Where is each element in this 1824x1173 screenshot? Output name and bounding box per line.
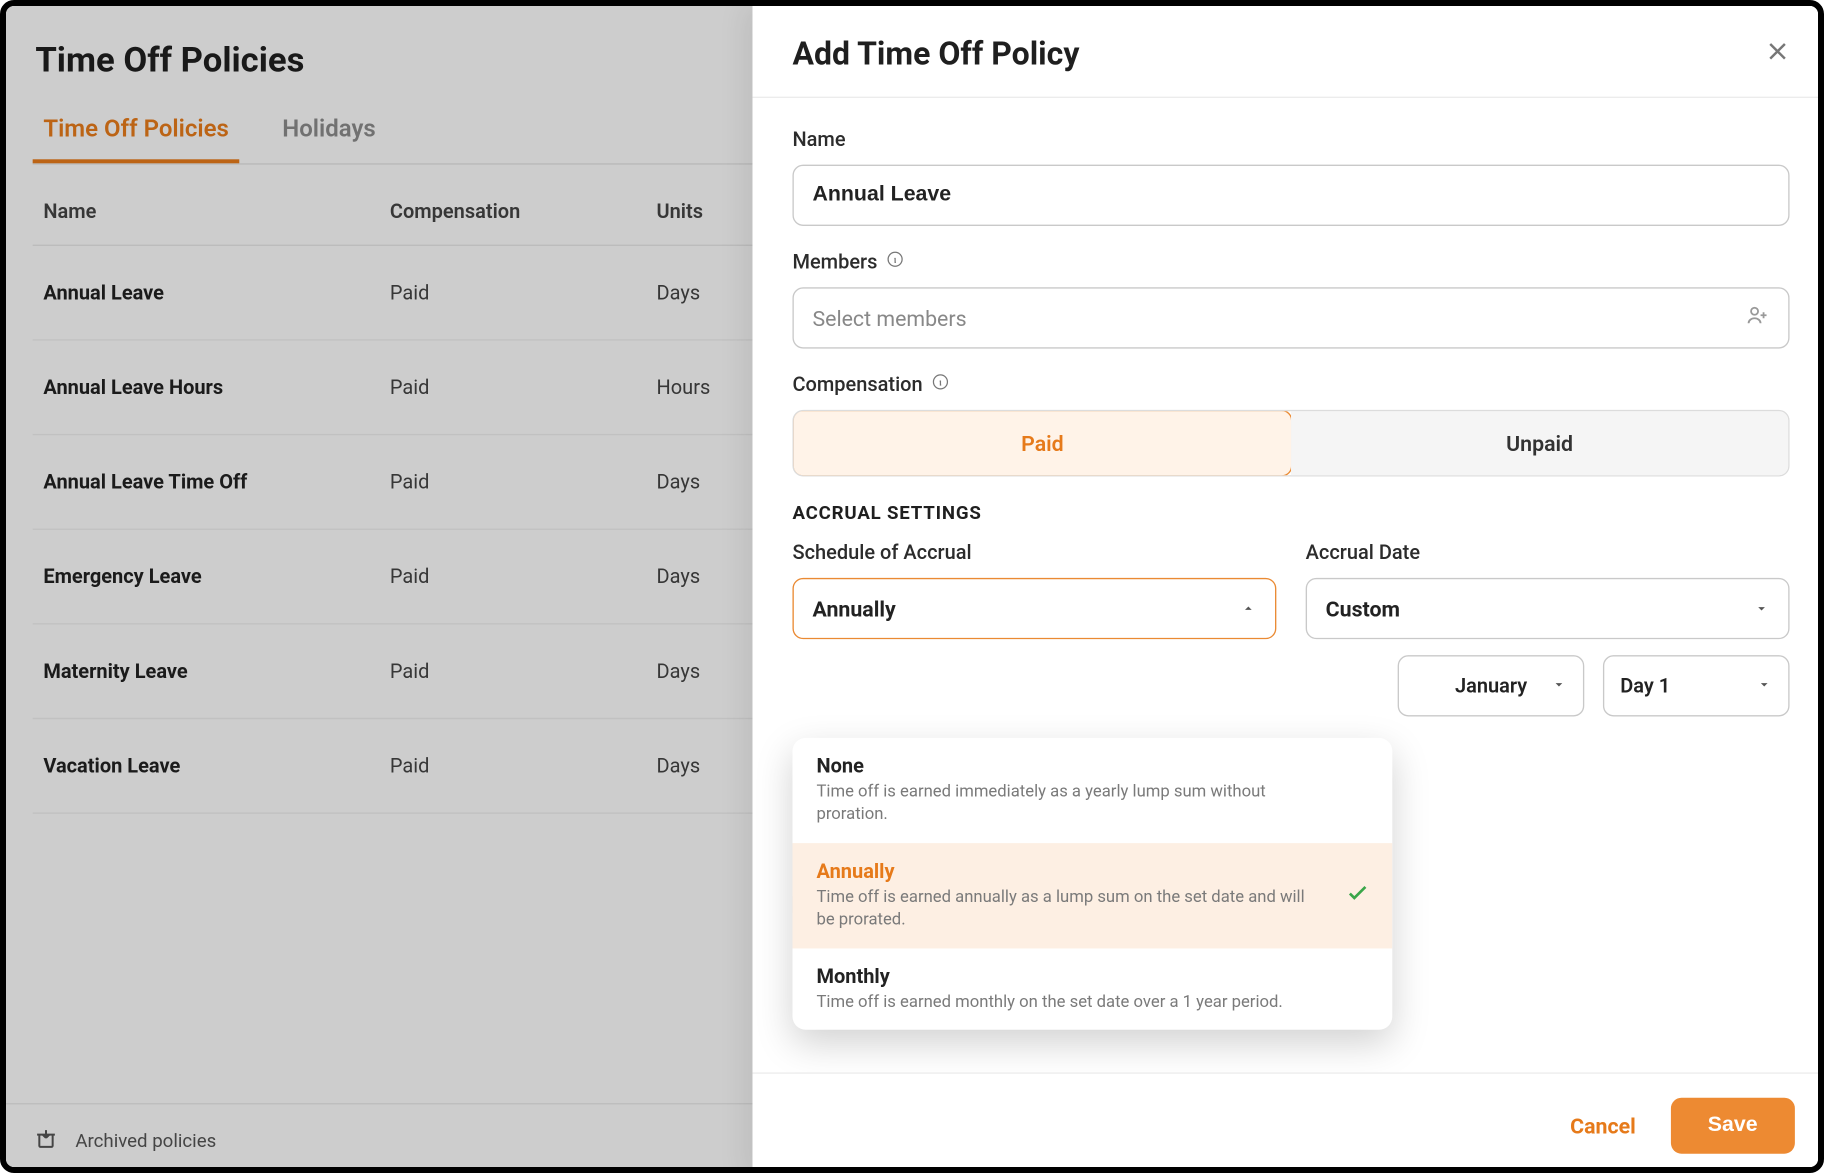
add-user-icon xyxy=(1746,303,1770,332)
month-value: January xyxy=(1455,674,1527,698)
accrual-date-value: Custom xyxy=(1326,596,1400,621)
accrual-month-dropdown[interactable]: January xyxy=(1398,655,1585,716)
policy-name-input[interactable] xyxy=(792,165,1789,226)
add-policy-panel: Add Time Off Policy Name Members xyxy=(752,6,1824,1173)
schedule-dropdown[interactable]: Annually xyxy=(792,578,1276,639)
caret-down-icon xyxy=(1756,674,1772,698)
schedule-option-annually[interactable]: Annually Time off is earned annually as … xyxy=(792,843,1392,948)
close-icon[interactable] xyxy=(1763,37,1792,72)
accrual-day-dropdown[interactable]: Day 1 xyxy=(1603,655,1790,716)
info-icon xyxy=(885,250,904,274)
schedule-label: Schedule of Accrual xyxy=(792,541,1276,565)
caret-down-icon xyxy=(1551,674,1567,698)
compensation-segmented: Paid Unpaid xyxy=(792,410,1789,477)
compensation-paid[interactable]: Paid xyxy=(792,410,1292,477)
save-button[interactable]: Save xyxy=(1670,1098,1794,1154)
panel-title: Add Time Off Policy xyxy=(792,35,1079,72)
accrual-date-dropdown[interactable]: Custom xyxy=(1306,578,1790,639)
schedule-option-none[interactable]: None Time off is earned immediately as a… xyxy=(792,738,1392,843)
panel-body: Name Members Select members xyxy=(752,98,1824,1072)
members-placeholder: Select members xyxy=(812,305,966,330)
check-icon xyxy=(1344,879,1371,911)
schedule-value: Annually xyxy=(812,596,895,621)
compensation-unpaid[interactable]: Unpaid xyxy=(1291,411,1788,475)
members-select[interactable]: Select members xyxy=(792,287,1789,348)
accrual-date-label: Accrual Date xyxy=(1306,541,1790,565)
name-label: Name xyxy=(792,127,1789,151)
compensation-label: Compensation xyxy=(792,373,1789,397)
info-icon xyxy=(931,373,950,397)
cancel-button[interactable]: Cancel xyxy=(1559,1100,1646,1152)
panel-header: Add Time Off Policy xyxy=(752,6,1824,98)
schedule-option-monthly[interactable]: Monthly Time off is earned monthly on th… xyxy=(792,948,1392,1030)
accrual-section-title: Accrual Settings xyxy=(792,503,1789,524)
caret-down-icon xyxy=(1754,596,1770,621)
day-value: Day 1 xyxy=(1620,674,1670,698)
members-label: Members xyxy=(792,250,1789,274)
schedule-dropdown-list: None Time off is earned immediately as a… xyxy=(792,738,1392,1030)
caret-up-icon xyxy=(1240,596,1256,621)
panel-footer: Cancel Save xyxy=(752,1072,1824,1173)
